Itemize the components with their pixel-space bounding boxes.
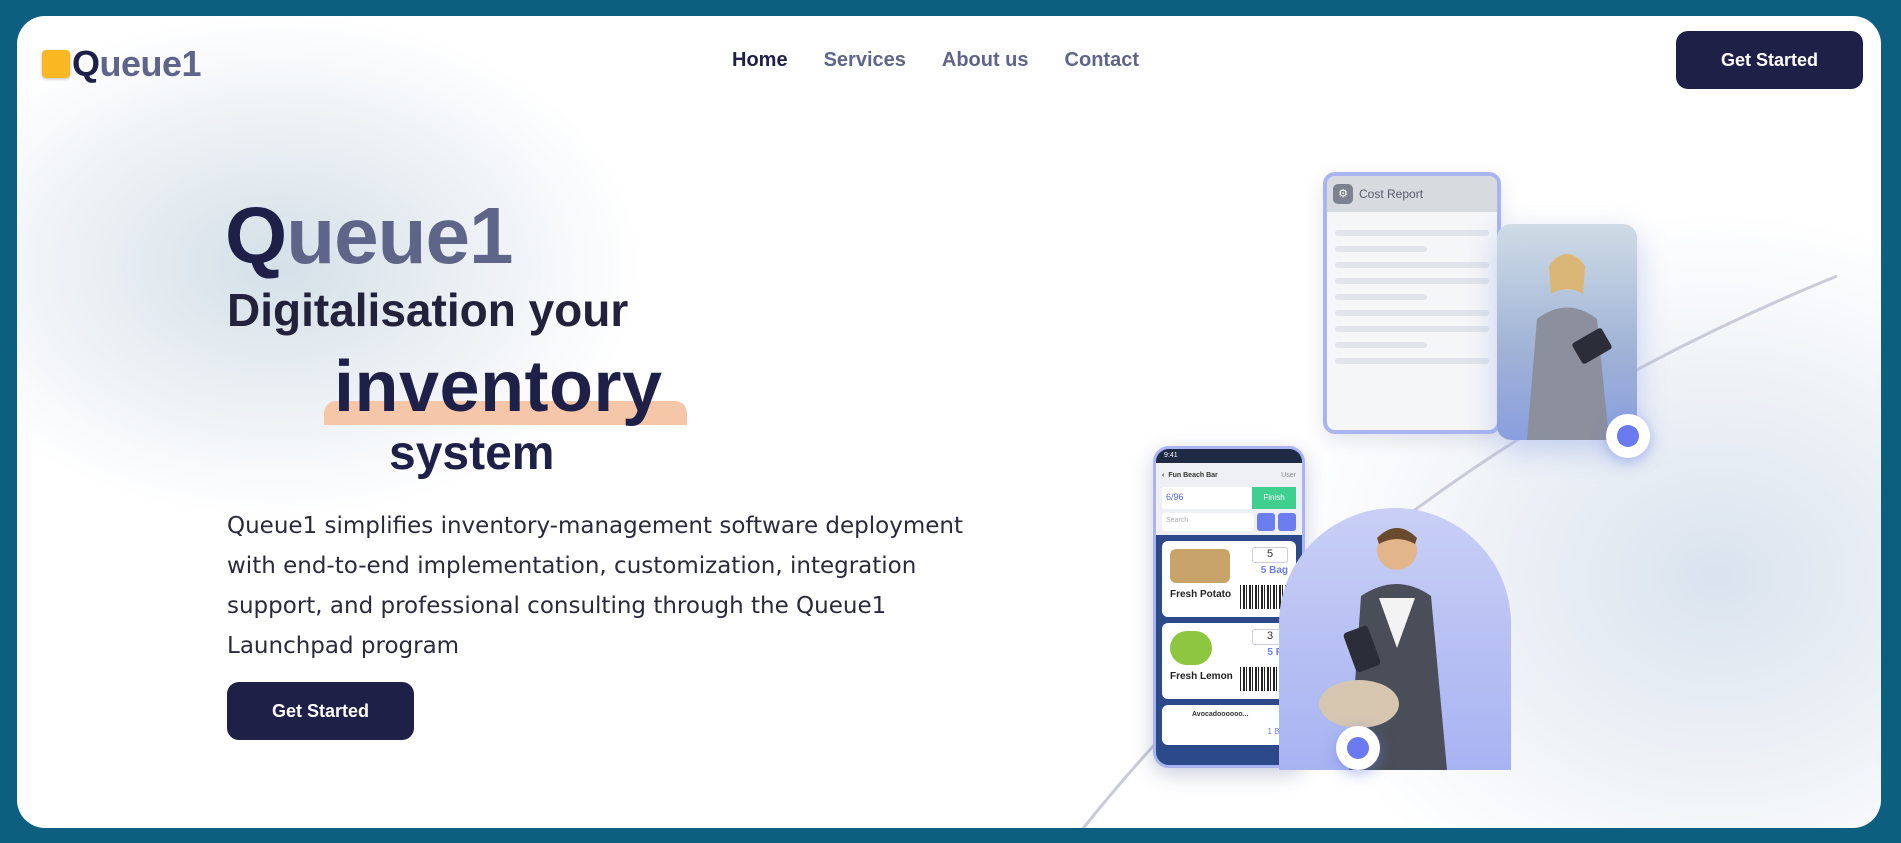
nav-link-about[interactable]: About us — [942, 49, 1029, 72]
report-row — [1335, 326, 1489, 332]
phone-header: ‹ Fun Beach Bar User 6/96 Finish Search — [1156, 463, 1302, 535]
cost-report-body — [1327, 212, 1497, 382]
phone-status-bar: 9:41 — [1156, 449, 1302, 463]
phone-finish-button: Finish — [1252, 487, 1296, 509]
report-row — [1335, 278, 1489, 284]
potato-image — [1170, 549, 1230, 583]
item-unit: 5 Bag — [1260, 565, 1288, 576]
phone-count-row: 6/96 Finish — [1162, 487, 1296, 509]
logo-text-rest: ueue1 — [99, 43, 202, 84]
phone-item-card: Avocadoooooo... 1 Box — [1162, 705, 1296, 745]
phone-search-field: Search — [1162, 513, 1254, 531]
page-frame: Queue1 Home Services About us Contact Ge… — [17, 16, 1881, 828]
phone-more-icon — [1278, 513, 1296, 531]
item-name: Fresh Lemon — [1170, 671, 1233, 682]
hero-brand: Queue1 — [225, 196, 513, 276]
item-name: Avocadoooooo... — [1192, 711, 1249, 718]
logo-mark — [42, 50, 70, 78]
report-row — [1335, 262, 1489, 268]
report-row — [1335, 294, 1428, 300]
nav-link-home[interactable]: Home — [732, 49, 788, 72]
logo-text-first: Q — [72, 43, 100, 84]
indicator-dot — [1336, 726, 1380, 770]
woman-figure — [1527, 254, 1612, 440]
main-nav: Home Services About us Contact — [732, 49, 1139, 72]
get-started-nav-button[interactable]: Get Started — [1676, 31, 1863, 89]
item-name: Fresh Potato — [1170, 589, 1232, 600]
logo[interactable]: Queue1 — [42, 43, 202, 85]
phone-search-row: Search — [1162, 513, 1296, 531]
report-row — [1335, 358, 1489, 364]
report-row — [1335, 310, 1489, 316]
phone-count: 6/96 — [1162, 487, 1252, 509]
hero-headline-line2: inventory — [334, 347, 663, 427]
cost-report-title: Cost Report — [1359, 187, 1424, 201]
woman-with-tablet-image — [1497, 224, 1637, 440]
phone-search-icon — [1257, 513, 1275, 531]
report-row — [1335, 246, 1428, 252]
man-with-phone-image — [1279, 508, 1511, 770]
hero-brand-rest: ueue1 — [286, 191, 513, 280]
phone-user: User — [1281, 471, 1296, 479]
phone-item-card: 5 5 Bag Fresh Potato — [1162, 541, 1296, 617]
item-qty: 5 — [1252, 547, 1288, 563]
indicator-dot — [1606, 414, 1650, 458]
report-row — [1335, 230, 1489, 236]
lemon-image — [1170, 631, 1212, 665]
cost-report-header: ⚙ Cost Report — [1327, 176, 1497, 212]
nav-link-contact[interactable]: Contact — [1065, 49, 1139, 72]
phone-location-bar: ‹ Fun Beach Bar User — [1162, 467, 1296, 483]
man-figure — [1319, 528, 1447, 770]
report-row — [1335, 342, 1428, 348]
report-icon: ⚙ — [1333, 184, 1353, 204]
hero-headline-line3: system — [389, 427, 555, 480]
get-started-hero-button[interactable]: Get Started — [227, 682, 414, 740]
cost-report-card: ⚙ Cost Report — [1323, 172, 1501, 434]
hero-headline-line1: Digitalisation your — [227, 284, 629, 336]
phone-location: Fun Beach Bar — [1168, 471, 1218, 479]
logo-text: Queue1 — [72, 43, 202, 85]
hero-brand-first: Q — [225, 191, 287, 280]
nav-link-services[interactable]: Services — [824, 49, 906, 72]
hero-description: Queue1 simplifies inventory-management s… — [227, 513, 963, 659]
back-arrow-icon: ‹ — [1162, 471, 1165, 479]
phone-item-card: 3 5 Pc Fresh Lemon — [1162, 623, 1296, 699]
